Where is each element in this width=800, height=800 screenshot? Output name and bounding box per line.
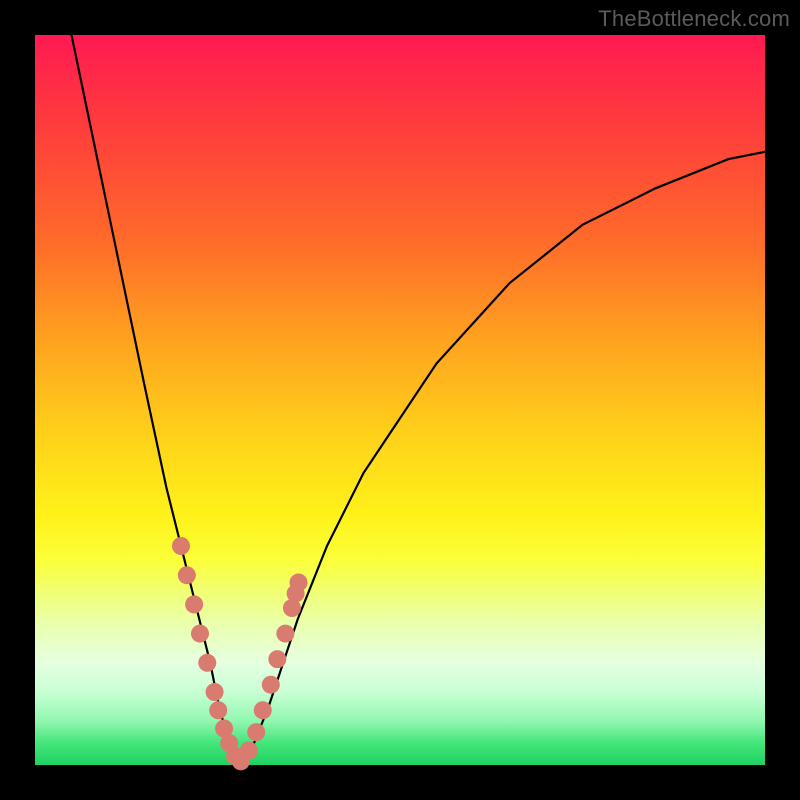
- chart-stage: TheBottleneck.com: [0, 0, 800, 800]
- curve-layer: [72, 35, 766, 765]
- bottleneck-curve: [72, 35, 766, 765]
- data-marker: [254, 701, 272, 719]
- data-marker: [247, 723, 265, 741]
- data-marker: [178, 566, 196, 584]
- data-marker: [206, 683, 224, 701]
- data-marker: [198, 654, 216, 672]
- data-marker: [240, 741, 258, 759]
- data-marker: [262, 676, 280, 694]
- data-marker: [191, 625, 209, 643]
- data-marker: [276, 625, 294, 643]
- data-marker: [290, 574, 308, 592]
- data-marker: [268, 650, 286, 668]
- data-marker: [172, 537, 190, 555]
- chart-svg: [35, 35, 765, 765]
- watermark-text: TheBottleneck.com: [598, 6, 790, 32]
- data-marker: [185, 595, 203, 613]
- data-marker: [209, 701, 227, 719]
- plot-area: [35, 35, 765, 765]
